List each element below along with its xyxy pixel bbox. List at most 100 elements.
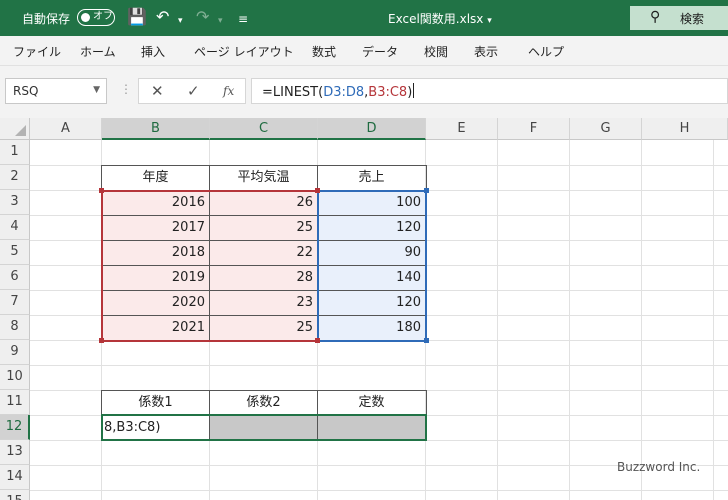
column-header-f[interactable]: F bbox=[498, 118, 570, 140]
gridline bbox=[30, 490, 728, 491]
worksheet-grid[interactable]: A B C D E F G H 1 2 3 4 5 6 7 8 9 10 11 … bbox=[0, 118, 728, 500]
row-header-9[interactable]: 9 bbox=[0, 340, 30, 365]
cell-c4[interactable]: 25 bbox=[210, 216, 317, 241]
row-header-15[interactable]: 15 bbox=[0, 490, 30, 500]
row-header-12[interactable]: 12 bbox=[0, 415, 30, 440]
ribbon-tabs: ファイル ホーム 挿入 ページ レイアウト 数式 データ 校閲 表示 ヘルプ bbox=[0, 36, 728, 66]
cell-b12-editing[interactable]: 8,B3:C8) bbox=[102, 416, 209, 441]
cell-c6[interactable]: 28 bbox=[210, 266, 317, 291]
cell-d7[interactable]: 120 bbox=[318, 291, 425, 316]
tab-help[interactable]: ヘルプ bbox=[528, 43, 564, 60]
autosave-toggle[interactable]: オフ bbox=[77, 9, 115, 26]
gridline bbox=[641, 140, 642, 500]
column-header-a[interactable]: A bbox=[30, 118, 102, 140]
cell-b6[interactable]: 2019 bbox=[102, 266, 209, 291]
column-header-e[interactable]: E bbox=[426, 118, 498, 140]
cell-d2[interactable]: 売上 bbox=[318, 166, 425, 191]
tab-home[interactable]: ホーム bbox=[80, 43, 116, 60]
redo-icon[interactable]: ↷ bbox=[196, 7, 209, 27]
gridline bbox=[497, 140, 498, 500]
insert-function-icon[interactable]: fx bbox=[223, 84, 234, 98]
column-header-c[interactable]: C bbox=[210, 118, 318, 140]
row-header-5[interactable]: 5 bbox=[0, 240, 30, 265]
formula-bar-resize-handle[interactable]: ⋮ bbox=[120, 82, 132, 96]
row-header-14[interactable]: 14 bbox=[0, 465, 30, 490]
column-header-h[interactable]: H bbox=[642, 118, 728, 140]
cell-b2[interactable]: 年度 bbox=[102, 166, 209, 191]
undo-icon[interactable]: ↶ bbox=[156, 7, 169, 27]
column-header-b[interactable]: B bbox=[102, 118, 210, 140]
tab-formulas[interactable]: 数式 bbox=[312, 43, 336, 60]
formula-ref-2: B3:C8 bbox=[368, 85, 408, 100]
select-all-icon bbox=[15, 125, 26, 136]
cell-b8[interactable]: 2021 bbox=[102, 316, 209, 341]
cell-c8[interactable]: 25 bbox=[210, 316, 317, 341]
row-header-8[interactable]: 8 bbox=[0, 315, 30, 340]
formula-input[interactable]: =LINEST(D3:D8,B3:C8) bbox=[251, 78, 728, 104]
cancel-icon[interactable]: ✕ bbox=[151, 82, 164, 100]
row-header-3[interactable]: 3 bbox=[0, 190, 30, 215]
cell-b4[interactable]: 2017 bbox=[102, 216, 209, 241]
cell-b11[interactable]: 係数1 bbox=[102, 391, 209, 416]
formula-text: =LINEST(D3:D8,B3:C8) bbox=[262, 83, 415, 100]
cell-c7[interactable]: 23 bbox=[210, 291, 317, 316]
gridline bbox=[569, 140, 570, 500]
cell-c3[interactable]: 26 bbox=[210, 191, 317, 216]
window-title: Excel関数用.xlsx ▾ bbox=[388, 10, 492, 27]
cell-d4[interactable]: 120 bbox=[318, 216, 425, 241]
cell-d6[interactable]: 140 bbox=[318, 266, 425, 291]
formula-suffix: ) bbox=[407, 85, 413, 100]
undo-dropdown-icon[interactable]: ▾ bbox=[178, 11, 183, 31]
search-label: 検索 bbox=[680, 12, 705, 26]
tab-page-layout[interactable]: ページ レイアウト bbox=[194, 43, 294, 60]
cell-c5[interactable]: 22 bbox=[210, 241, 317, 266]
enter-check-icon[interactable]: ✓ bbox=[187, 82, 200, 100]
row-header-7[interactable]: 7 bbox=[0, 290, 30, 315]
title-dropdown-icon[interactable]: ▾ bbox=[487, 16, 492, 26]
tab-file[interactable]: ファイル bbox=[13, 43, 61, 60]
column-header-g[interactable]: G bbox=[570, 118, 642, 140]
tab-view[interactable]: 表示 bbox=[474, 43, 498, 60]
row-header-10[interactable]: 10 bbox=[0, 365, 30, 390]
gridline bbox=[30, 365, 728, 366]
column-header-d[interactable]: D bbox=[318, 118, 426, 140]
cell-b3[interactable]: 2016 bbox=[102, 191, 209, 216]
redo-dropdown-icon[interactable]: ▾ bbox=[218, 11, 223, 31]
formula-ref-1: D3:D8 bbox=[323, 85, 365, 100]
file-name: Excel関数用.xlsx bbox=[388, 12, 484, 26]
customize-toolbar-icon[interactable]: ≡ bbox=[238, 9, 248, 29]
cell-d3[interactable]: 100 bbox=[318, 191, 425, 216]
search-icon: ⚲ bbox=[650, 9, 661, 25]
cell-c11[interactable]: 係数2 bbox=[210, 391, 317, 416]
watermark: Buzzword Inc. bbox=[617, 460, 701, 474]
formula-prefix: =LINEST( bbox=[262, 85, 324, 100]
row-header-11[interactable]: 11 bbox=[0, 390, 30, 415]
tab-review[interactable]: 校閲 bbox=[424, 43, 448, 60]
name-box[interactable]: RSQ ▼ bbox=[5, 78, 107, 104]
row-header-1[interactable]: 1 bbox=[0, 140, 30, 165]
toggle-knob bbox=[81, 12, 90, 22]
cell-b5[interactable]: 2018 bbox=[102, 241, 209, 266]
name-box-value: RSQ bbox=[13, 84, 39, 98]
formula-bar-area: RSQ ▼ ⋮ ✕ ✓ fx =LINEST(D3:D8,B3:C8) bbox=[0, 66, 728, 118]
tab-insert[interactable]: 挿入 bbox=[141, 43, 165, 60]
cell-d8[interactable]: 180 bbox=[318, 316, 425, 341]
cell-c2[interactable]: 平均気温 bbox=[210, 166, 317, 191]
formula-actions: ✕ ✓ fx bbox=[138, 78, 246, 104]
cell-b7[interactable]: 2020 bbox=[102, 291, 209, 316]
row-header-6[interactable]: 6 bbox=[0, 265, 30, 290]
cell-d5[interactable]: 90 bbox=[318, 241, 425, 266]
name-box-dropdown-icon[interactable]: ▼ bbox=[93, 85, 100, 95]
select-all-button[interactable] bbox=[0, 118, 30, 140]
gridline bbox=[713, 140, 714, 500]
autosave-label: 自動保存 bbox=[22, 12, 71, 26]
autosave-state: オフ bbox=[93, 11, 113, 22]
cell-d11[interactable]: 定数 bbox=[318, 391, 425, 416]
save-icon[interactable]: 💾 bbox=[127, 7, 147, 27]
tab-data[interactable]: データ bbox=[362, 43, 398, 60]
row-header-13[interactable]: 13 bbox=[0, 440, 30, 465]
text-caret bbox=[413, 83, 415, 98]
row-header-2[interactable]: 2 bbox=[0, 165, 30, 190]
search-box[interactable]: ⚲ 検索 bbox=[630, 6, 728, 30]
row-header-4[interactable]: 4 bbox=[0, 215, 30, 240]
